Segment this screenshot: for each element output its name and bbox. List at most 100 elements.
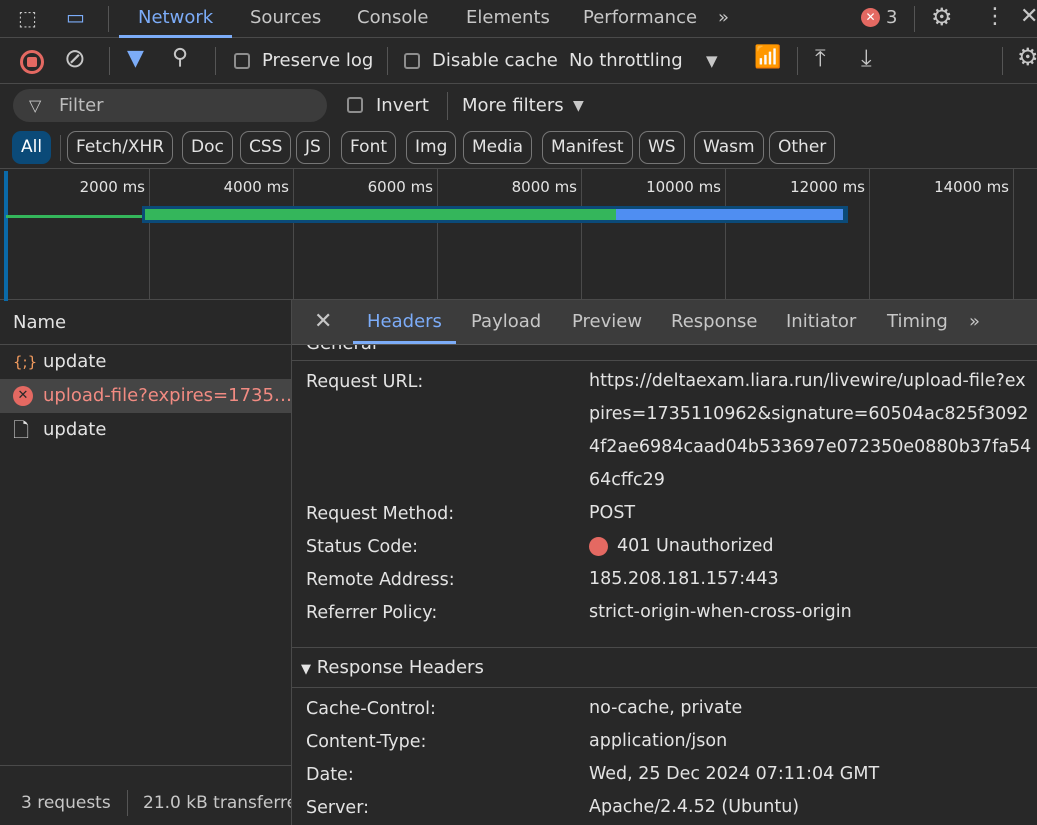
timeline-gridline bbox=[1013, 169, 1014, 300]
import-har-icon[interactable]: ⤒ bbox=[815, 44, 826, 72]
timeline-gridline bbox=[725, 169, 726, 300]
referrer-policy-label: Referrer Policy: bbox=[306, 603, 438, 623]
timeline-gridline bbox=[149, 169, 150, 300]
timeline-download-bar bbox=[616, 209, 843, 220]
export-har-icon[interactable]: ⤓ bbox=[861, 44, 872, 72]
request-url-value: https://deltaexam.liara.run/livewire/upl… bbox=[589, 371, 1032, 490]
filter-chip-doc[interactable]: Doc bbox=[182, 131, 233, 164]
clear-icon[interactable]: ⊘ bbox=[64, 44, 86, 74]
cache-control-label: Cache-Control: bbox=[306, 699, 436, 719]
tab-payload[interactable]: Payload bbox=[471, 300, 541, 344]
more-tabs-icon[interactable]: » bbox=[718, 0, 729, 38]
tab-performance[interactable]: Performance bbox=[583, 0, 697, 38]
request-row-selected[interactable]: ✕ upload-file?expires=1735… bbox=[0, 379, 291, 413]
filter-chip-img[interactable]: Img bbox=[406, 131, 457, 164]
date-value: Wed, 25 Dec 2024 07:11:04 GMT bbox=[589, 764, 880, 784]
tab-headers[interactable]: Headers bbox=[353, 300, 456, 344]
timeline-tick-label: 12000 ms bbox=[790, 178, 865, 196]
status-code-label: Status Code: bbox=[306, 537, 419, 557]
general-section-header[interactable]: General bbox=[292, 345, 1037, 361]
timeline-tick-label: 6000 ms bbox=[367, 178, 433, 196]
tab-sources[interactable]: Sources bbox=[250, 0, 321, 38]
throttling-select[interactable]: No throttling bbox=[569, 50, 683, 71]
timeline-waiting-bar bbox=[145, 209, 616, 220]
more-filters-dropdown[interactable]: More filters bbox=[462, 95, 564, 116]
tab-response[interactable]: Response bbox=[671, 300, 757, 344]
request-row[interactable]: {;} update bbox=[0, 345, 291, 379]
request-list: Name {;} update ✕ upload-file?expires=1735… bbox=[0, 300, 292, 825]
timeline-start-marker[interactable] bbox=[4, 171, 8, 301]
devtools-tab-bar: ⬚ ▭ Network Sources Console Elements Per… bbox=[0, 0, 1037, 38]
filter-placeholder: Filter bbox=[59, 95, 104, 116]
tab-timing[interactable]: Timing bbox=[887, 300, 948, 344]
content-type-value: application/json bbox=[589, 731, 728, 751]
request-row[interactable]: 🗋 update bbox=[0, 413, 291, 447]
close-details-icon[interactable]: ✕ bbox=[314, 300, 332, 344]
disable-cache-checkbox[interactable] bbox=[404, 53, 420, 69]
remote-address-value: 185.208.181.157:443 bbox=[589, 569, 779, 589]
network-settings-icon[interactable]: ⚙ bbox=[1017, 43, 1037, 71]
request-name: update bbox=[43, 351, 107, 372]
xhr-icon: {;} bbox=[13, 353, 38, 371]
filter-chip-js[interactable]: JS bbox=[296, 131, 330, 164]
response-headers-section-header[interactable]: ▼ Response Headers bbox=[292, 647, 1037, 688]
request-count: 3 requests bbox=[21, 793, 111, 813]
invert-checkbox[interactable] bbox=[347, 97, 363, 113]
error-icon[interactable]: ✕ bbox=[861, 8, 880, 27]
tab-elements[interactable]: Elements bbox=[466, 0, 550, 38]
filter-chip-wasm[interactable]: Wasm bbox=[694, 131, 764, 164]
filter-chip-manifest[interactable]: Manifest bbox=[542, 131, 633, 164]
filter-chip-font[interactable]: Font bbox=[341, 131, 397, 164]
search-icon[interactable]: ⚲ bbox=[172, 45, 188, 70]
inspect-element-icon[interactable]: ⬚ bbox=[18, 6, 37, 30]
expand-triangle-icon: ▼ bbox=[301, 662, 311, 677]
tab-network[interactable]: Network bbox=[119, 0, 233, 38]
network-overview-timeline[interactable]: 2000 ms 4000 ms 6000 ms 8000 ms 10000 ms 1200… bbox=[0, 168, 1037, 301]
error-icon: ✕ bbox=[13, 386, 33, 406]
device-toolbar-icon[interactable]: ▭ bbox=[66, 5, 85, 29]
referrer-policy-value: strict-origin-when-cross-origin bbox=[589, 602, 852, 622]
tab-preview[interactable]: Preview bbox=[572, 300, 642, 344]
more-tabs-icon[interactable]: » bbox=[969, 300, 980, 344]
disable-cache-label: Disable cache bbox=[432, 50, 558, 71]
request-url-label: Request URL: bbox=[306, 372, 424, 392]
filter-chip-fetchxhr[interactable]: Fetch/XHR bbox=[67, 131, 174, 164]
tab-initiator[interactable]: Initiator bbox=[786, 300, 856, 344]
close-devtools-icon[interactable]: ✕ bbox=[1020, 4, 1037, 29]
filter-chip-media[interactable]: Media bbox=[463, 131, 533, 164]
request-name: update bbox=[43, 419, 107, 440]
error-count[interactable]: 3 bbox=[886, 7, 897, 28]
filter-toggle-icon[interactable]: ▼ bbox=[127, 46, 144, 71]
network-conditions-icon[interactable]: 📶 bbox=[754, 45, 781, 70]
response-headers-title: Response Headers bbox=[316, 657, 484, 678]
filter-chip-all[interactable]: All bbox=[12, 131, 52, 164]
status-error-dot-icon bbox=[589, 537, 608, 556]
filter-chip-ws[interactable]: WS bbox=[639, 131, 685, 164]
chevron-down-icon[interactable]: ▼ bbox=[573, 98, 584, 114]
timeline-tick-label: 8000 ms bbox=[511, 178, 577, 196]
chevron-down-icon[interactable]: ▼ bbox=[706, 52, 718, 70]
preserve-log-label: Preserve log bbox=[262, 50, 374, 71]
stop-recording-icon[interactable] bbox=[20, 50, 44, 74]
timeline-tick-label: 14000 ms bbox=[934, 178, 1009, 196]
settings-icon[interactable]: ⚙ bbox=[931, 3, 953, 31]
filter-chip-other[interactable]: Other bbox=[769, 131, 836, 164]
request-name: upload-file?expires=1735… bbox=[43, 385, 291, 406]
name-column-header[interactable]: Name bbox=[0, 300, 291, 345]
request-details-panel: ✕ Headers Payload Preview Response Initi… bbox=[292, 300, 1037, 825]
filter-input[interactable]: ▽ Filter bbox=[13, 89, 327, 122]
invert-label: Invert bbox=[376, 95, 429, 116]
timeline-gridline bbox=[869, 169, 870, 300]
server-label: Server: bbox=[306, 798, 369, 818]
request-method-label: Request Method: bbox=[306, 504, 455, 524]
filter-chip-css[interactable]: CSS bbox=[240, 131, 292, 164]
tab-console[interactable]: Console bbox=[357, 0, 428, 38]
transferred-size: 21.0 kB transferred bbox=[143, 793, 291, 813]
network-toolbar: ⊘ ▼ ⚲ Preserve log Disable cache No thro… bbox=[0, 39, 1037, 84]
status-code-value: 401 Unauthorized bbox=[589, 530, 1034, 563]
document-icon: 🗋 bbox=[13, 418, 30, 442]
preserve-log-checkbox[interactable] bbox=[234, 53, 250, 69]
details-tabs: ✕ Headers Payload Preview Response Initi… bbox=[292, 300, 1037, 345]
cache-control-value: no-cache, private bbox=[589, 698, 743, 718]
more-options-icon[interactable]: ⋮ bbox=[984, 4, 1006, 29]
